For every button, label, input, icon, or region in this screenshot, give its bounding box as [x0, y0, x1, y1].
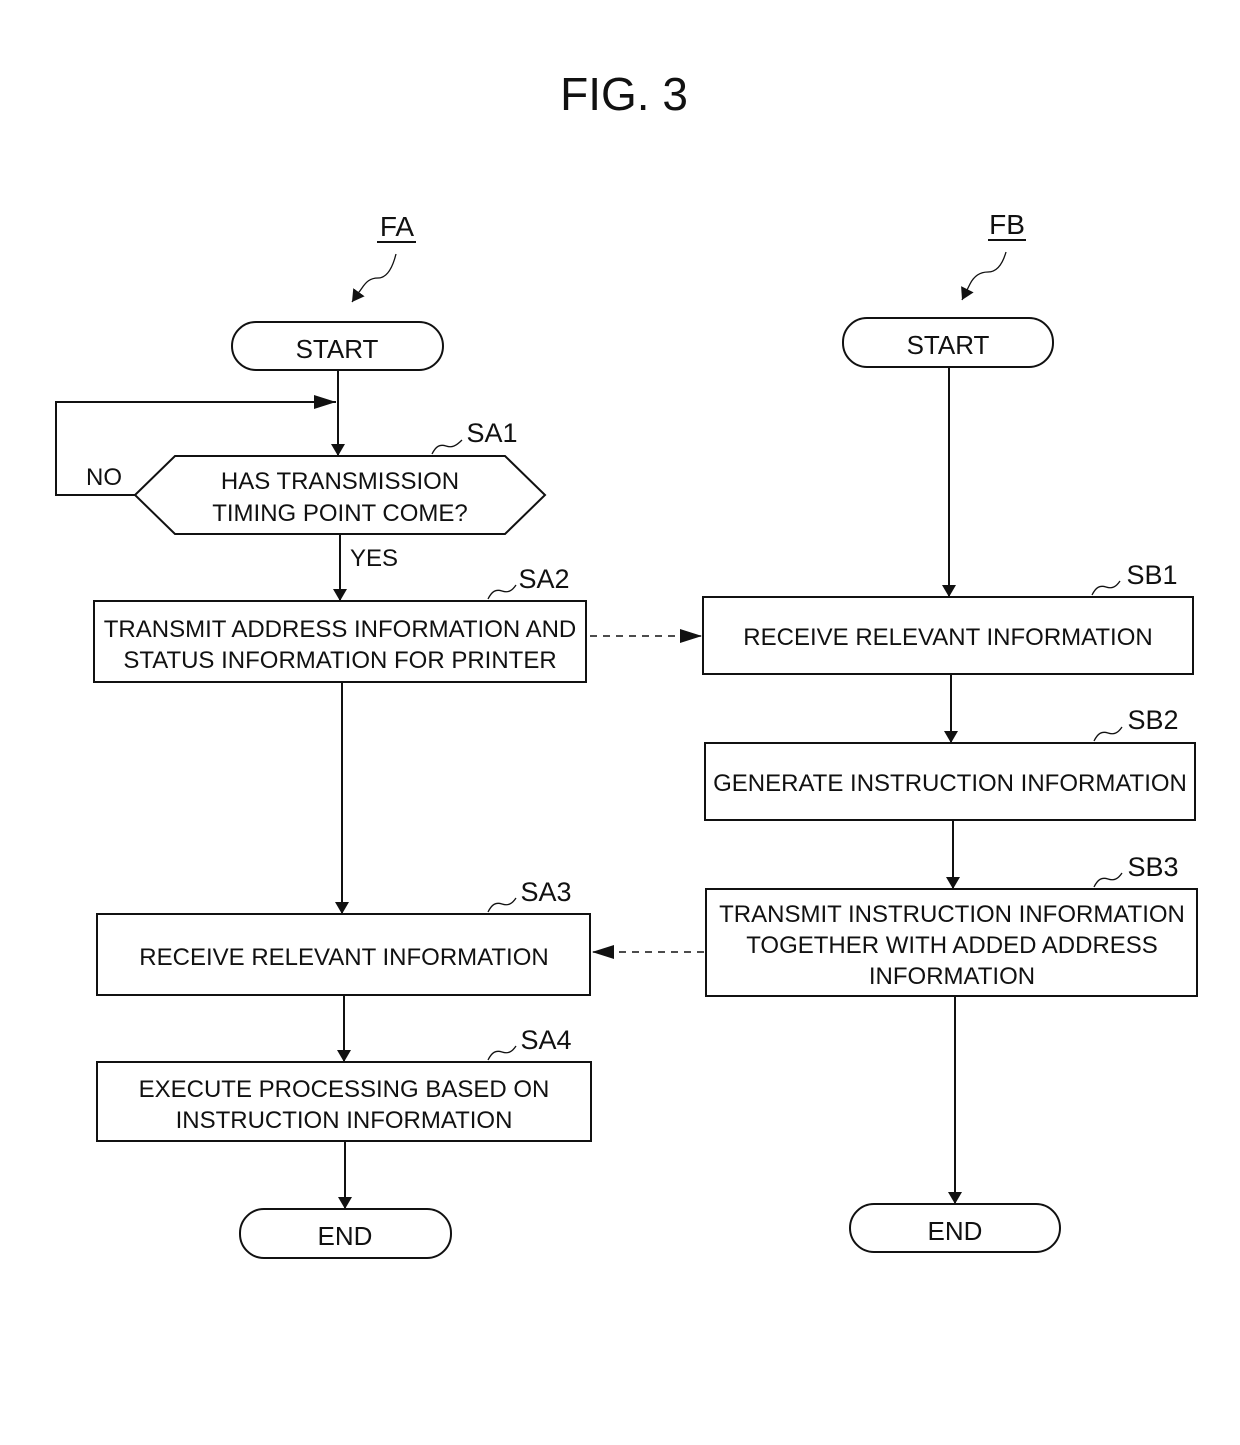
step-id-label: SA2	[518, 564, 569, 594]
flow-fb-leader-arrow	[961, 251, 1007, 301]
step-id-label: SB1	[1126, 560, 1177, 590]
step-id-label: SB2	[1127, 705, 1178, 735]
step-id-leader	[1093, 726, 1123, 742]
fa-step-sa1-decision: HAS TRANSMISSION TIMING POINT COME? SA1	[133, 418, 547, 535]
yes-branch-label: YES	[350, 545, 398, 572]
flow-fa-label: FA	[380, 211, 415, 242]
flowchart-canvas: FIG. 3 FA FB START NO HAS TRANSMISSION T…	[55, 68, 1198, 1259]
process-line-3: INFORMATION	[869, 963, 1035, 990]
figure-title: FIG. 3	[560, 68, 688, 120]
process-line-2: STATUS INFORMATION FOR PRINTER	[123, 647, 556, 674]
step-id-leader	[1091, 580, 1121, 596]
flow-fb-reference: FB	[961, 209, 1026, 301]
terminal-label: START	[907, 330, 990, 360]
fa-start-terminal: START	[231, 321, 444, 371]
fb-end-terminal: END	[849, 1203, 1061, 1253]
process-line-1: EXECUTE PROCESSING BASED ON	[139, 1076, 550, 1103]
no-branch-label: NO	[86, 464, 122, 491]
process-line-1: TRANSMIT ADDRESS INFORMATION AND	[104, 616, 577, 643]
step-id-leader	[487, 1045, 517, 1061]
fb-start-terminal: START	[842, 317, 1054, 368]
step-id-label: SB3	[1127, 852, 1178, 882]
fb-step-sb3-process: TRANSMIT INSTRUCTION INFORMATION TOGETHE…	[705, 852, 1198, 997]
terminal-label: START	[296, 334, 379, 364]
step-id-leader	[487, 584, 517, 600]
step-id-label: SA4	[520, 1025, 571, 1055]
process-line-2: INSTRUCTION INFORMATION	[176, 1107, 513, 1134]
process-line-1: RECEIVE RELEVANT INFORMATION	[139, 944, 548, 971]
terminal-label: END	[928, 1216, 983, 1246]
process-line-1: GENERATE INSTRUCTION INFORMATION	[713, 770, 1187, 797]
step-id-leader	[431, 439, 463, 455]
step-id-leader	[487, 897, 517, 913]
step-id-label: SA3	[520, 877, 571, 907]
fa-end-terminal: END	[239, 1208, 452, 1259]
flow-fa-leader-arrow	[351, 253, 397, 303]
terminal-label: END	[318, 1221, 373, 1251]
flow-fb-label: FB	[989, 209, 1025, 240]
flow-fa-reference: FA	[351, 211, 416, 303]
fa-step-sa3-process: RECEIVE RELEVANT INFORMATION SA3	[96, 877, 591, 996]
step-id-label: SA1	[466, 418, 517, 448]
process-line-1: TRANSMIT INSTRUCTION INFORMATION	[719, 901, 1185, 928]
process-line-2: TOGETHER WITH ADDED ADDRESS	[746, 932, 1158, 959]
process-line-1: RECEIVE RELEVANT INFORMATION	[743, 624, 1152, 651]
decision-line-2: TIMING POINT COME?	[212, 500, 468, 527]
decision-line-1: HAS TRANSMISSION	[221, 468, 459, 495]
step-id-leader	[1093, 872, 1123, 888]
